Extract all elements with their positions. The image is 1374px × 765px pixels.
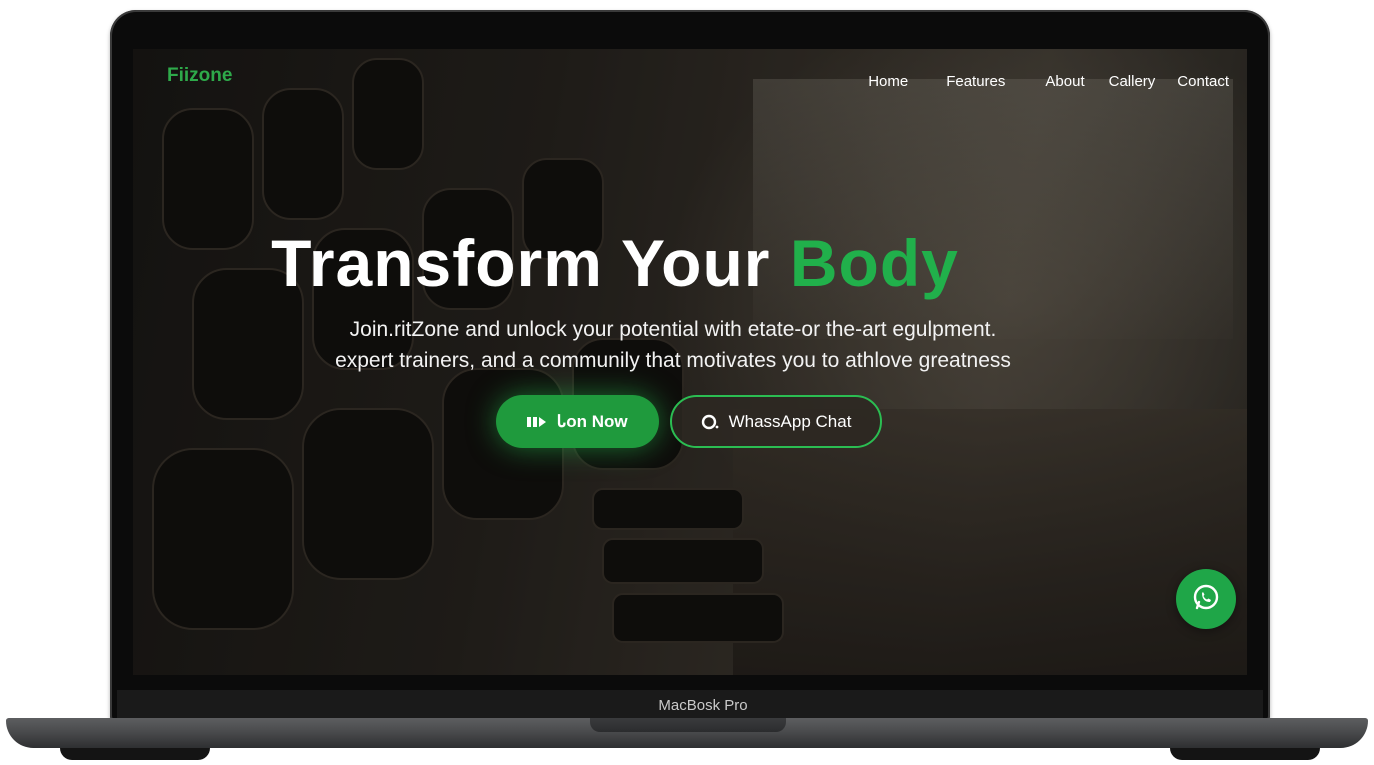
nav-contact[interactable]: Contact: [1165, 73, 1239, 90]
join-now-label: Ꮣon Now: [557, 411, 628, 431]
join-now-button[interactable]: Ꮣon Now: [496, 395, 659, 448]
nav-gallery[interactable]: Callery: [1099, 73, 1166, 90]
hero-title-accent: Body: [789, 226, 959, 300]
nav-home[interactable]: Home: [858, 73, 918, 90]
hero-title: Transform Your Body: [133, 225, 1172, 301]
laptop-hinge-notch: [590, 718, 786, 732]
nav-about[interactable]: About: [1023, 73, 1098, 90]
nav-features[interactable]: Features: [918, 73, 1023, 90]
chat-bubble-icon: [701, 413, 719, 431]
device-label: MacBosk Pro: [658, 696, 748, 714]
hero-subtitle-line-2: expert trainers, and a communily that mo…: [335, 349, 1011, 372]
hero-subtitle-line-1: Join.ritZone and unlock your potential w…: [349, 318, 997, 341]
whatsapp-chat-label: WhassApp Chat: [728, 411, 852, 431]
laptop-foot-left: [60, 748, 210, 760]
hero-title-main: Transform Your: [271, 226, 771, 300]
main-nav: Home Features About Callery Contact: [858, 73, 1239, 90]
membership-card-icon: [527, 415, 547, 429]
whatsapp-icon: [1191, 582, 1221, 617]
laptop-chin: MacBosk Pro: [117, 690, 1263, 720]
site-logo[interactable]: Fiizone: [167, 65, 232, 87]
laptop-foot-right: [1170, 748, 1320, 760]
website-screen: Fiizone Home Features About Callery Cont…: [133, 49, 1247, 675]
laptop-mockup: Fiizone Home Features About Callery Cont…: [0, 0, 1374, 765]
whatsapp-floating-button[interactable]: [1176, 569, 1236, 629]
hero-subtitle: Join.ritZone and unlock your potential w…: [273, 314, 1073, 376]
whatsapp-chat-button[interactable]: WhassApp Chat: [670, 395, 882, 448]
